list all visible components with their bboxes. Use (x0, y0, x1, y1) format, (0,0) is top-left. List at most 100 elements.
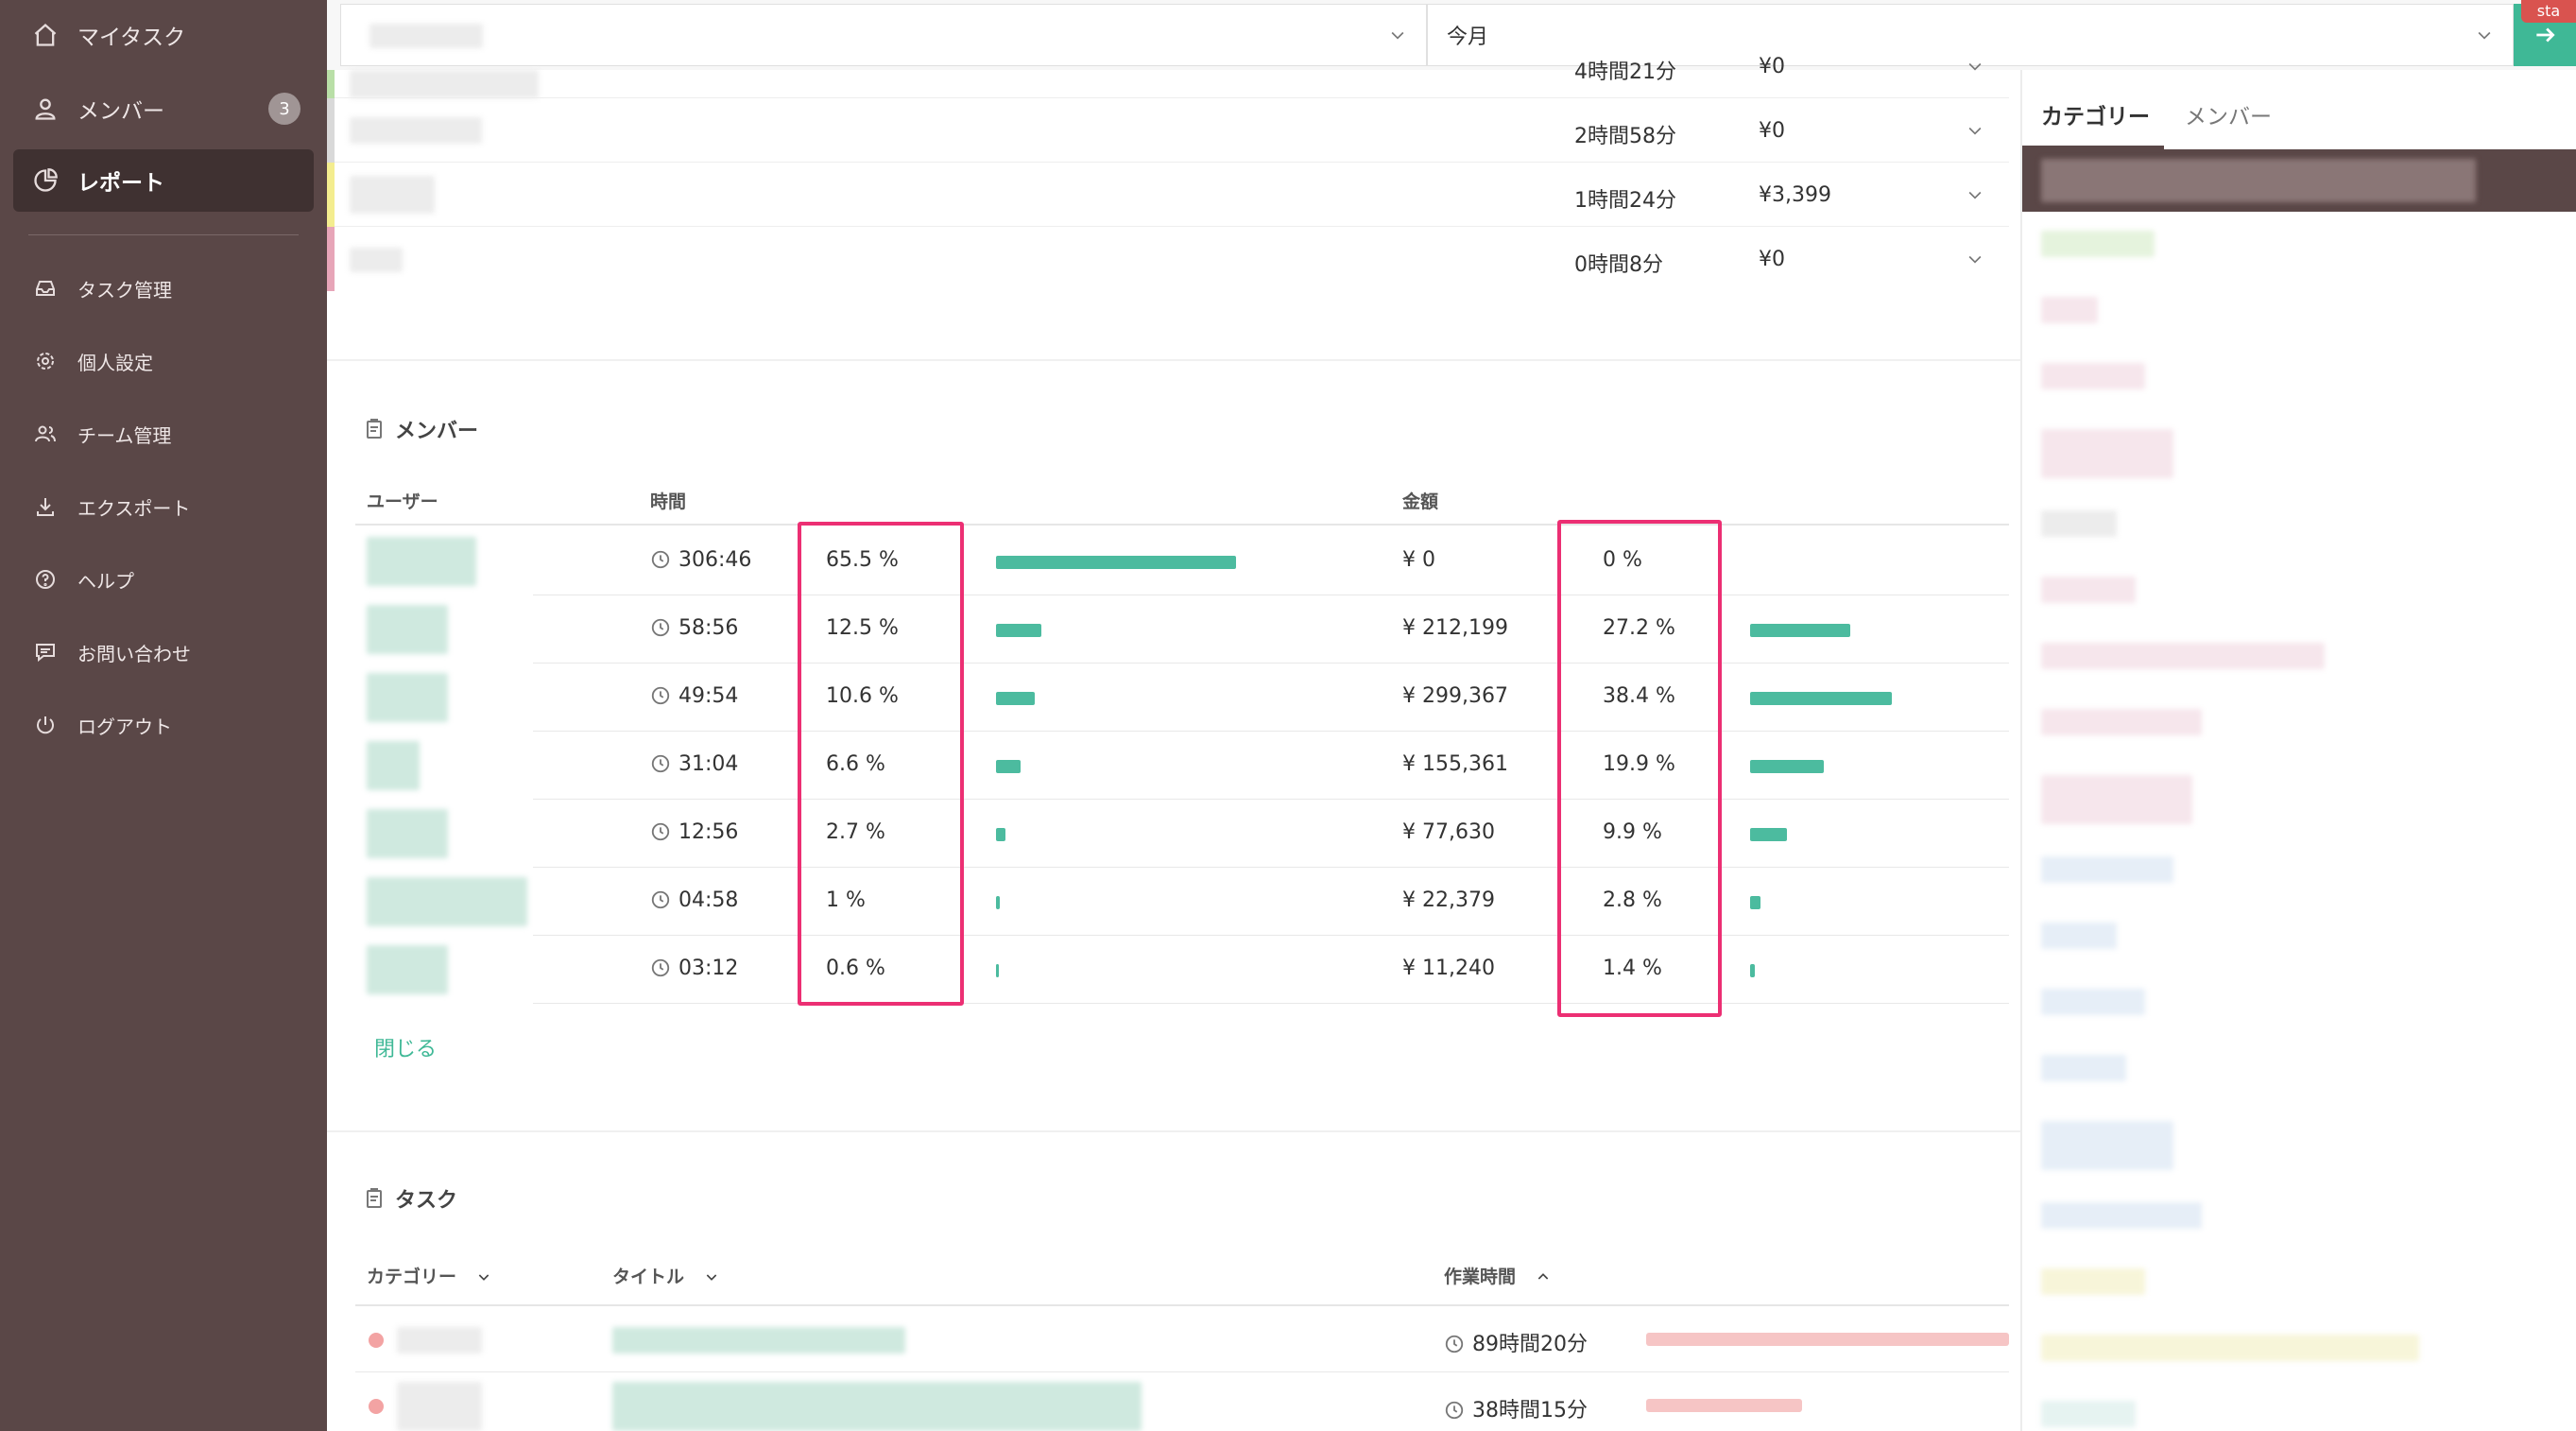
column-header-category[interactable]: カテゴリー (367, 1263, 491, 1288)
column-header-title[interactable]: タイトル (612, 1263, 719, 1288)
clock-icon (650, 753, 671, 774)
member-amount: ¥ 0 (1402, 548, 1435, 572)
redacted-list-item (2041, 856, 2173, 883)
member-row[interactable]: 03:12 0.6 % ¥ 11,240 1.4 % (355, 936, 2009, 1004)
member-row[interactable]: 306:46 65.5 % ¥ 00 % (355, 527, 2009, 595)
clipboard-icon (367, 1188, 382, 1208)
redacted-list-item (2041, 231, 2155, 257)
sidebar-item-report[interactable]: レポート (13, 149, 314, 212)
redacted-list-item (2041, 1121, 2173, 1170)
chevron-down-icon (1966, 121, 1984, 140)
row-divider (533, 1003, 2009, 1004)
member-row[interactable]: 58:56 12.5 % ¥ 212,199 27.2 % (355, 595, 2009, 664)
table-header-divider (355, 524, 2009, 526)
task-work-time: 89時間20分 (1444, 1327, 1588, 1357)
task-row[interactable]: 38時間15分 (355, 1372, 2009, 1431)
tasks-section-title: タスク (363, 1183, 457, 1214)
sidebar: マイタスク メンバー 3 レポート タスク管理 個人設定 チーム管理 エクスポー… (0, 0, 327, 1431)
redacted-list-item (2041, 510, 2117, 537)
member-time: 58:56 (650, 616, 738, 640)
sidebar-item-label: 個人設定 (77, 351, 153, 374)
member-row[interactable]: 31:04 6.6 % ¥ 155,361 19.9 % (355, 732, 2009, 800)
member-amount: ¥ 155,361 (1402, 752, 1508, 776)
member-amount: ¥ 77,630 (1402, 820, 1495, 844)
sidebar-item-team-management[interactable]: チーム管理 (13, 403, 314, 465)
redacted-user-name (367, 809, 448, 858)
category-color-stripe (327, 70, 335, 98)
member-time: 04:58 (650, 888, 738, 912)
member-row[interactable]: 49:54 10.6 % ¥ 299,367 38.4 % (355, 664, 2009, 732)
members-section-title: メンバー (363, 414, 478, 444)
redacted-list-item (2041, 775, 2192, 824)
person-icon (30, 94, 60, 124)
member-time: 31:04 (650, 752, 738, 776)
chevron-down-icon (1966, 185, 1984, 204)
member-time: 12:56 (650, 820, 738, 844)
category-row[interactable]: 1時間24分 ¥3,399 (327, 163, 2009, 227)
right-panel-header (2022, 149, 2576, 212)
task-row[interactable]: 89時間20分 (355, 1306, 2009, 1372)
tab-category[interactable]: カテゴリー (2041, 98, 2150, 130)
redacted-user-name (367, 673, 448, 722)
sidebar-item-logout[interactable]: ログアウト (13, 694, 314, 756)
category-color-stripe (327, 98, 335, 163)
category-row[interactable]: 2時間58分 ¥0 (327, 98, 2009, 163)
category-time: 1時間24分 (1574, 189, 1676, 213)
member-amount-bar (1750, 760, 1824, 773)
member-time-value: 12:56 (678, 820, 739, 844)
redacted-list-item (2041, 1268, 2145, 1295)
sidebar-item-label: エクスポート (77, 496, 191, 520)
redacted-list-item (2041, 1202, 2202, 1229)
category-amount: ¥0 (1759, 55, 1785, 78)
members-section-title-text: メンバー (395, 420, 479, 443)
member-time: 03:12 (650, 957, 738, 980)
redacted-user-name (367, 741, 420, 790)
clock-icon (650, 685, 671, 706)
category-amount: ¥0 (1759, 248, 1785, 271)
member-time-bar (996, 692, 1036, 705)
sidebar-item-label: ヘルプ (77, 569, 134, 593)
redacted-list-item (2041, 363, 2145, 389)
sort-down-icon (704, 1268, 719, 1284)
redacted-list-item (2041, 1055, 2126, 1081)
tab-member[interactable]: メンバー (2185, 98, 2272, 130)
column-header-work-time[interactable]: 作業時間 (1444, 1263, 1551, 1288)
redacted-category-name (350, 176, 435, 214)
member-row[interactable]: 04:58 1 % ¥ 22,379 2.8 % (355, 868, 2009, 936)
redacted-header (2041, 159, 2476, 202)
close-members-link[interactable]: 閉じる (374, 1032, 437, 1062)
member-time-bar (996, 624, 1042, 637)
redacted-category-name (350, 70, 539, 98)
category-row[interactable]: 4時間21分 ¥0 (327, 34, 2009, 98)
redacted-list-item (2041, 429, 2173, 478)
column-header-amount: 金額 (1402, 491, 1439, 512)
clock-icon (650, 617, 671, 638)
section-divider (327, 359, 2020, 361)
redacted-user-name (367, 605, 448, 654)
sidebar-item-contact[interactable]: お問い合わせ (13, 621, 314, 683)
column-header-user: ユーザー (367, 491, 438, 512)
sidebar-item-export[interactable]: エクスポート (13, 475, 314, 538)
sidebar-item-my-tasks[interactable]: マイタスク (13, 4, 314, 66)
category-row[interactable]: 0時間8分 ¥0 (327, 227, 2009, 291)
sidebar-item-members[interactable]: メンバー 3 (13, 78, 314, 140)
column-header-work-time-label: 作業時間 (1444, 1267, 1517, 1287)
clock-icon (1444, 1400, 1465, 1421)
sidebar-item-label: タスク管理 (77, 278, 172, 302)
member-amount-bar (1750, 624, 1851, 637)
member-time-value: 49:54 (678, 684, 739, 708)
sidebar-item-personal-settings[interactable]: 個人設定 (13, 330, 314, 392)
category-time: 4時間21分 (1574, 60, 1676, 84)
clock-icon (1444, 1334, 1465, 1354)
member-time-value: 31:04 (678, 752, 739, 776)
member-time-value: 58:56 (678, 616, 739, 640)
task-time-bar (1646, 1333, 2009, 1346)
member-row[interactable]: 12:56 2.7 % ¥ 77,630 9.9 % (355, 800, 2009, 868)
sidebar-item-help[interactable]: ヘルプ (13, 548, 314, 611)
redacted-list-item (2041, 989, 2145, 1015)
sidebar-item-task-management[interactable]: タスク管理 (13, 257, 314, 319)
clock-icon (650, 549, 671, 570)
member-time-bar (996, 828, 1006, 841)
redacted-user-name (367, 877, 527, 926)
sidebar-divider (28, 234, 299, 235)
